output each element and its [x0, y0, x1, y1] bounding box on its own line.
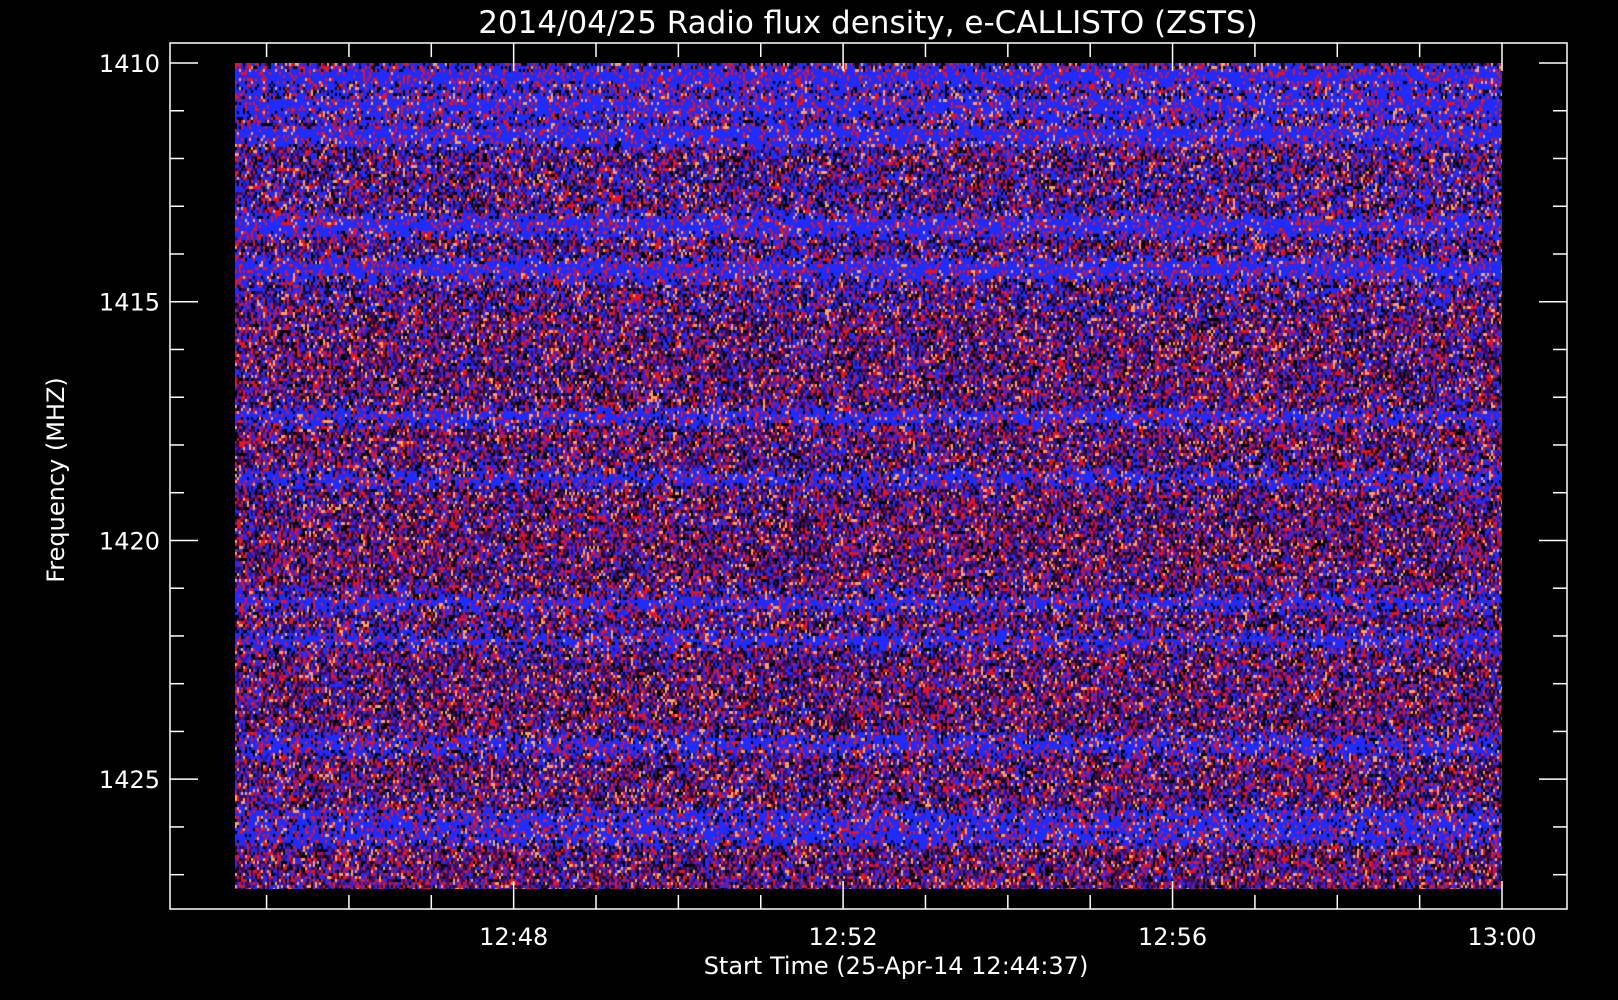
x-tick-label: 13:00 — [1467, 923, 1536, 951]
heatmap-area — [235, 63, 1502, 889]
y-axis-label: Frequency (MHZ) — [42, 377, 70, 583]
x-tick-label: 12:56 — [1138, 923, 1207, 951]
spectrogram-chart: 2014/04/25 Radio flux density, e-CALLIST… — [0, 0, 1618, 1000]
x-axis-label: Start Time (25-Apr-14 12:44:37) — [704, 952, 1089, 980]
heatmap-canvas — [235, 63, 1502, 889]
chart-title: 2014/04/25 Radio flux density, e-CALLIST… — [478, 5, 1258, 41]
x-tick-label: 12:48 — [479, 923, 548, 951]
y-tick-label: 1420 — [99, 527, 160, 555]
y-tick-label: 1415 — [99, 289, 160, 317]
y-tick-label: 1410 — [99, 50, 160, 78]
x-tick-label: 12:52 — [809, 923, 878, 951]
y-tick-label: 1425 — [99, 766, 160, 794]
